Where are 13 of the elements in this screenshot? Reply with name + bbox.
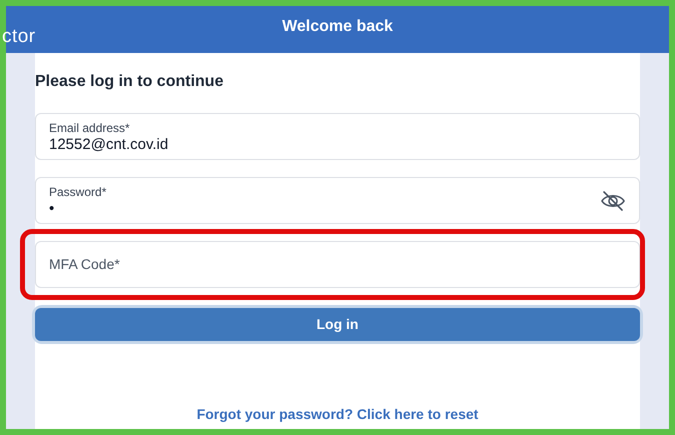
form-heading: Please log in to continue — [35, 72, 224, 92]
login-button[interactable]: Log in — [35, 308, 640, 341]
eye-off-icon[interactable] — [600, 190, 626, 212]
mfa-code-field[interactable]: MFA Code* — [35, 241, 640, 288]
field-label: Password* — [49, 184, 108, 198]
header-title: Welcome back — [282, 16, 393, 36]
field-value: • — [49, 198, 56, 218]
field-placeholder: MFA Code* — [49, 255, 120, 274]
forgot-password-link[interactable]: Forgot your password? Click here to reset — [196, 404, 478, 425]
field-value: 12552@cnt.cov.id — [49, 134, 170, 154]
password-field[interactable]: Password* • — [35, 177, 640, 224]
email-field[interactable]: Email address* 12552@cnt.cov.id — [35, 113, 640, 160]
field-label: Email address* — [49, 120, 131, 134]
